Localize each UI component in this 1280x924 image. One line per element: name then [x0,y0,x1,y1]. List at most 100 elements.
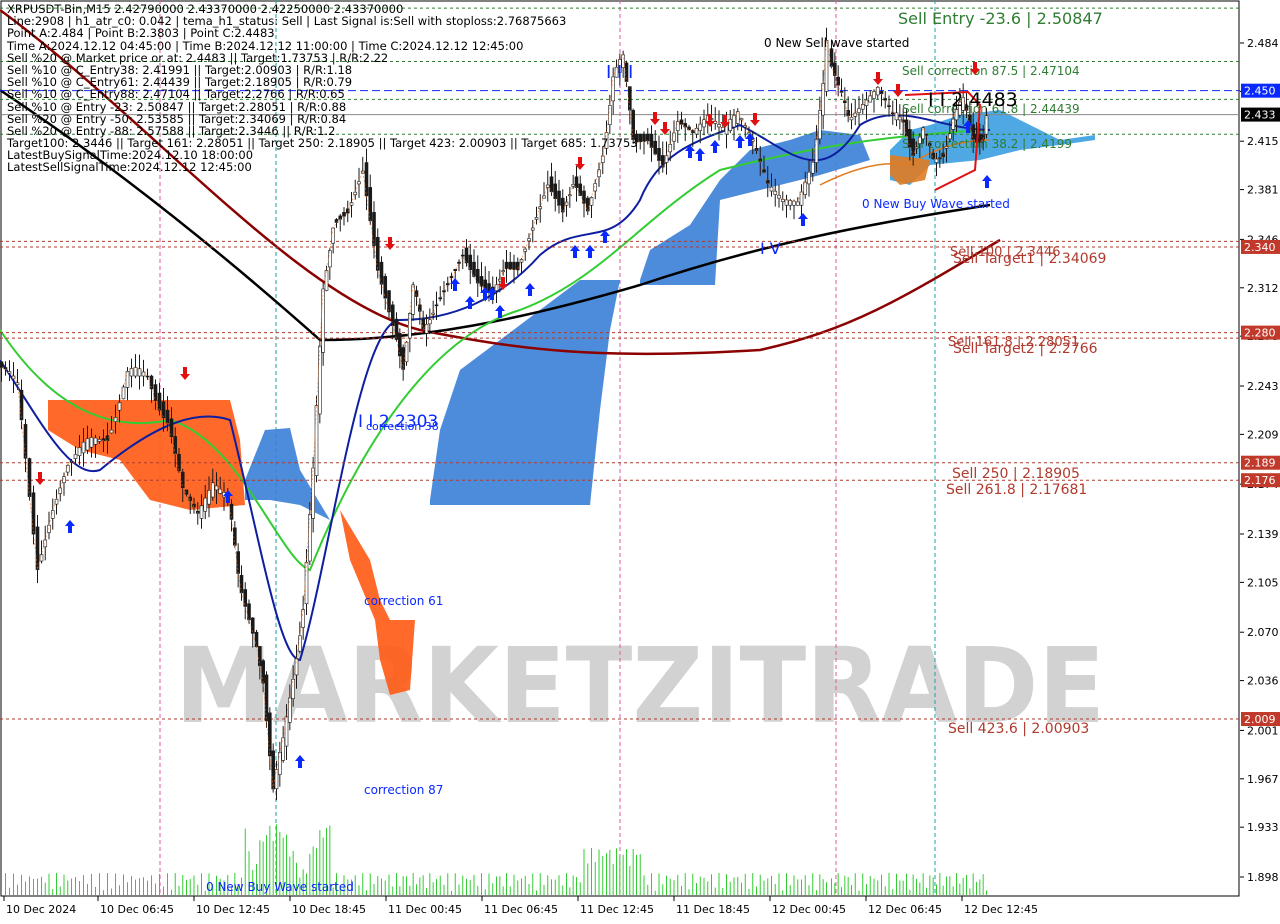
candle-body [631,110,635,140]
x-tick-label: 10 Dec 18:45 [292,903,366,916]
candle-body [501,270,505,272]
candle-body [258,646,262,667]
x-tick-label: 10 Dec 2024 [6,903,76,916]
level-label: Sell correction 38.2 | 2.4199 [902,137,1072,151]
candle-body [133,367,138,377]
candle-body [807,171,811,185]
candle-body [314,405,319,476]
chart-window: MARKETZITRADE Sell Entry -23.6 | 2.50847… [0,0,1280,920]
candle-body [508,261,513,270]
candle-body [89,437,94,448]
candle-body [199,505,204,519]
y-tick-label: 2.381 [1247,184,1279,197]
candle-body [375,236,380,271]
candle-body [239,574,244,594]
candle-body [732,115,736,128]
buy-arrow-icon [525,283,535,296]
candle-body [679,119,684,125]
candle-body [434,304,439,307]
candle-body [883,98,888,101]
y-tick-label: 2.312 [1247,282,1279,295]
candle-body [911,138,915,156]
price-badge-label: 2.450 [1244,85,1276,98]
level-label: Sell correction 87.5 | 2.47104 [902,64,1080,78]
candle-body [875,86,880,96]
y-tick-label: 2.036 [1247,675,1279,688]
candle-body [743,125,748,128]
sell-arrow-icon [35,472,45,485]
candle-body [394,318,399,340]
candle-body [149,375,154,390]
chart-annotation: I V [760,239,781,258]
y-tick-label: 2.070 [1247,626,1279,639]
sell-arrow-icon [180,367,190,380]
candle-body [411,284,415,315]
y-tick-label: 2.105 [1247,576,1279,589]
candle-body [65,465,70,473]
buy-arrow-icon [798,213,808,226]
candle-body [0,361,4,368]
chart-annotation: 0 New Buy Wave started [862,197,1010,211]
level-label: Sell 423.6 | 2.00903 [948,721,1089,737]
candle-body [431,312,435,315]
chart-annotation: 0 New Sell wave started [764,36,909,50]
candle-body [77,447,82,457]
candle-body [125,371,130,388]
candle-body [304,561,309,605]
candle-body [438,297,443,300]
candle-body [274,769,279,790]
candle-body [180,471,185,489]
buy-arrow-icon [295,755,305,768]
candle-body [821,83,825,116]
sell-arrow-icon [660,122,670,135]
candle-body [288,697,292,723]
candle-body [810,161,815,174]
y-tick-label: 2.484 [1247,37,1279,50]
candle-body [161,401,166,418]
chart-annotation: I I 2.4483 [928,89,1018,111]
candle-body [864,99,869,106]
candle-body [278,751,282,775]
candle-body [342,212,346,217]
candle-body [642,133,646,142]
candle-body [792,200,796,206]
x-tick-label: 11 Dec 12:45 [580,903,654,916]
chart-annotation: 0 New Buy Wave started [206,880,354,894]
candle-body [887,105,891,107]
candle-body [157,392,162,411]
sell-arrow-icon [385,237,395,250]
y-tick-label: 1.967 [1247,773,1279,786]
x-tick-label: 11 Dec 06:45 [484,903,558,916]
x-tick-label: 11 Dec 18:45 [676,903,750,916]
x-tick-label: 12 Dec 06:45 [868,903,942,916]
candle-body [515,261,520,271]
y-tick-label: 2.243 [1247,380,1279,393]
candle-body [311,467,315,519]
level-label: Sell Target1 | 2.34069 [953,251,1106,267]
price-chart[interactable]: MARKETZITRADE Sell Entry -23.6 | 2.50847… [0,0,1280,920]
price-badge-label: 2.176 [1244,474,1276,487]
candle-body [818,110,822,140]
candle-body [247,603,251,621]
candle-body [173,436,178,455]
candle-body [814,139,819,163]
candle-body [261,660,265,684]
candle-body [324,270,329,291]
level-label: Sell 261.8 | 2.17681 [946,482,1087,498]
level-label: Sell 250 | 2.18905 [952,466,1080,482]
buy-arrow-icon [695,148,705,161]
candle-body [934,158,939,163]
candle-body [795,201,800,206]
candle-body [857,108,861,114]
price-badge-label: 2.280 [1244,327,1276,340]
chart-annotation: I I I [606,62,633,83]
candle-body [387,290,391,313]
candle-body [951,118,955,130]
candle-body [321,288,325,353]
y-tick-label: 2.209 [1247,428,1279,441]
candle-body [50,510,55,519]
x-tick-label: 12 Dec 00:45 [772,903,846,916]
candle-body [475,268,480,284]
candle-body [364,162,369,197]
x-tick-label: 11 Dec 00:45 [388,903,462,916]
